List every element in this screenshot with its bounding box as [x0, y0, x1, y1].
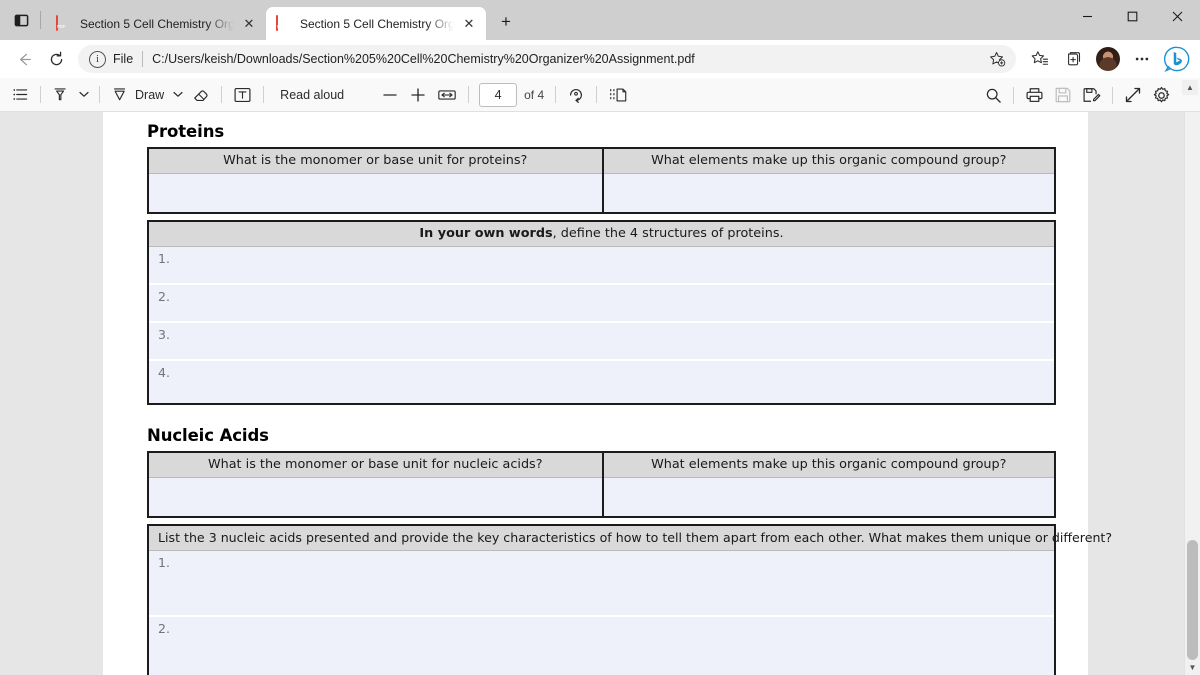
highlight-icon[interactable]	[47, 81, 75, 109]
copilot-icon[interactable]	[1162, 44, 1192, 74]
pdf-viewer: Proteins What is the monomer or base uni…	[0, 112, 1200, 675]
avatar	[1096, 47, 1120, 71]
tab-1[interactable]: Section 5 Cell Chemistry Organizer Assig…	[46, 7, 266, 40]
page-view-icon[interactable]	[603, 81, 633, 109]
list-item[interactable]: 1.	[149, 551, 1054, 617]
tab-close-icon[interactable]: ✕	[240, 15, 258, 33]
more-settings-icon[interactable]	[1126, 44, 1158, 74]
address-bar: i File C:/Users/keish/Downloads/Section%…	[0, 40, 1200, 78]
rotate-icon[interactable]	[562, 81, 590, 109]
page-total-label: of 4	[524, 87, 545, 102]
nucleic-acids-question-table: What is the monomer or base unit for nuc…	[147, 451, 1056, 518]
nucleic-monomer-question: What is the monomer or base unit for nuc…	[149, 453, 602, 478]
tab-title: Section 5 Cell Chemistry Organizer Assig…	[80, 16, 234, 31]
pdf-toolbar: Draw Read aloud 4 of 4 ▲	[0, 78, 1200, 112]
toolbar-divider	[555, 86, 557, 103]
section-heading-proteins: Proteins	[147, 122, 225, 141]
minimize-button[interactable]	[1065, 0, 1110, 32]
proteins-structures-table: In your own words, define the 4 structur…	[147, 220, 1056, 405]
nucleic-monomer-column: What is the monomer or base unit for nuc…	[149, 453, 602, 516]
nucleic-acids-prompt: List the 3 nucleic acids presented and p…	[149, 526, 1112, 551]
print-icon[interactable]	[1020, 81, 1049, 109]
toolbar-divider	[468, 86, 470, 103]
proteins-elements-column: What elements make up this organic compo…	[601, 149, 1054, 212]
highlight-dropdown-icon[interactable]	[75, 82, 93, 108]
list-item[interactable]: 4.	[149, 361, 1054, 403]
refresh-button-icon[interactable]	[40, 44, 72, 74]
save-as-icon[interactable]	[1077, 81, 1106, 109]
close-button[interactable]	[1155, 0, 1200, 32]
toolbar-divider	[99, 86, 100, 103]
fit-to-width-icon[interactable]	[432, 81, 462, 109]
list-item[interactable]: 1.	[149, 247, 1054, 285]
save-icon[interactable]	[1049, 81, 1077, 109]
profile-button[interactable]	[1092, 44, 1124, 74]
tab-close-icon[interactable]: ✕	[460, 15, 478, 33]
url-bar[interactable]: i File C:/Users/keish/Downloads/Section%…	[78, 45, 1016, 73]
section-heading-nucleic-acids: Nucleic Acids	[147, 426, 269, 445]
proteins-question-table: What is the monomer or base unit for pro…	[147, 147, 1056, 214]
tab-2[interactable]: Section 5 Cell Chemistry Organizer Assig…	[266, 7, 486, 40]
toolbar-divider	[596, 86, 598, 103]
list-item[interactable]: 3.	[149, 323, 1054, 361]
list-item[interactable]: 2.	[149, 617, 1054, 675]
add-text-icon[interactable]	[228, 81, 257, 109]
browser-window: Section 5 Cell Chemistry Organizer Assig…	[0, 0, 1200, 675]
back-button-icon[interactable]	[8, 44, 40, 74]
proteins-monomer-column: What is the monomer or base unit for pro…	[149, 149, 602, 212]
scroll-up-arrow[interactable]: ▲	[1182, 80, 1198, 95]
search-icon[interactable]	[979, 81, 1007, 109]
pdf-icon	[276, 14, 292, 32]
toolbar-divider	[1112, 86, 1113, 104]
nucleic-elements-question: What elements make up this organic compo…	[603, 453, 1054, 478]
read-aloud-button[interactable]: Read aloud	[270, 81, 354, 109]
prompt-bold-part: In your own words	[419, 226, 553, 241]
page-number-input[interactable]: 4	[479, 82, 518, 107]
window-controls	[1065, 0, 1200, 40]
tab-title: Section 5 Cell Chemistry Organizer Assig…	[300, 16, 454, 31]
maximize-button[interactable]	[1110, 0, 1155, 32]
new-tab-button[interactable]: +	[492, 8, 520, 36]
favorites-icon[interactable]	[1024, 44, 1056, 74]
draw-button[interactable]: Draw	[106, 81, 169, 109]
toolbar-divider	[1013, 86, 1014, 104]
nucleic-monomer-answer-field[interactable]	[149, 478, 602, 516]
pdf-icon	[56, 14, 72, 32]
proteins-structures-prompt: In your own words, define the 4 structur…	[149, 222, 1054, 247]
draw-label: Draw	[135, 87, 165, 102]
fullscreen-icon[interactable]	[1119, 81, 1147, 109]
proteins-elements-question: What elements make up this organic compo…	[603, 149, 1054, 174]
zoom-in-button[interactable]	[404, 81, 432, 109]
add-favorite-icon[interactable]	[984, 47, 1010, 71]
proteins-monomer-answer-field[interactable]	[149, 174, 602, 212]
tab-strip: Section 5 Cell Chemistry Organizer Assig…	[0, 0, 1200, 40]
settings-gear-icon[interactable]	[1147, 81, 1176, 109]
nucleic-acids-list-table: List the 3 nucleic acids presented and p…	[147, 524, 1112, 675]
zoom-out-button[interactable]	[376, 81, 404, 109]
vertical-scrollbar[interactable]: ▼	[1184, 112, 1200, 675]
url-scheme-label: File	[113, 52, 134, 66]
site-info-icon[interactable]: i	[89, 50, 106, 68]
url-divider	[142, 51, 144, 67]
toolbar-divider	[221, 86, 223, 103]
tab-actions-icon[interactable]	[6, 5, 36, 35]
tab-divider	[40, 11, 41, 29]
proteins-elements-answer-field[interactable]	[603, 174, 1054, 212]
toolbar-divider	[263, 86, 265, 103]
proteins-monomer-question: What is the monomer or base unit for pro…	[149, 149, 602, 174]
toolbar-divider	[40, 86, 41, 103]
nucleic-elements-column: What elements make up this organic compo…	[601, 453, 1054, 516]
draw-dropdown-icon[interactable]	[169, 82, 187, 108]
scrollbar-thumb[interactable]	[1187, 540, 1198, 660]
pdf-page: Proteins What is the monomer or base uni…	[103, 112, 1112, 675]
table-of-contents-icon[interactable]	[6, 81, 34, 109]
nucleic-elements-answer-field[interactable]	[603, 478, 1054, 516]
collections-icon[interactable]	[1058, 44, 1090, 74]
url-text[interactable]: C:/Users/keish/Downloads/Section%205%20C…	[152, 52, 984, 66]
prompt-rest-part: , define the 4 structures of proteins.	[552, 226, 784, 241]
erase-icon[interactable]	[187, 81, 215, 109]
pdf-toolbar-right	[979, 78, 1176, 112]
scroll-down-arrow[interactable]: ▼	[1185, 659, 1200, 675]
list-item[interactable]: 2.	[149, 285, 1054, 323]
